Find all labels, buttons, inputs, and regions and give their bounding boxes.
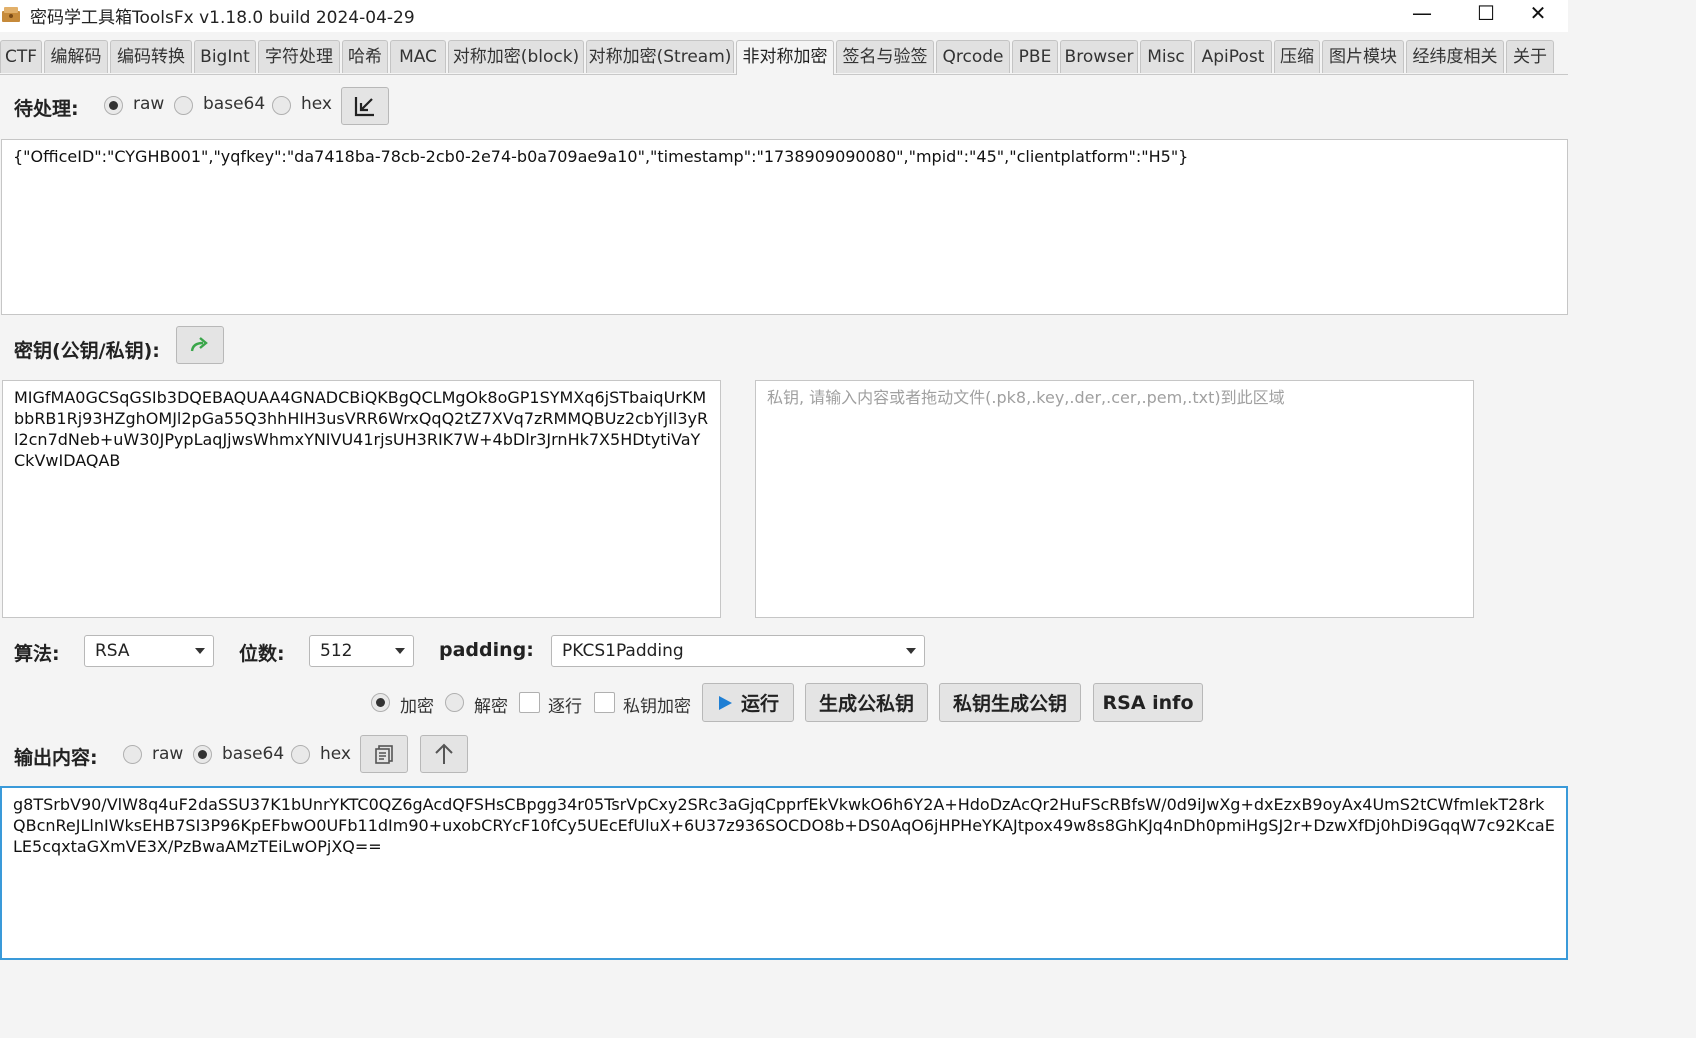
public-key-textarea[interactable]: MIGfMA0GCSqGSIb3DQEBAQUAA4GNADCBiQKBgQCL… — [2, 380, 721, 618]
output-raw-radio[interactable] — [123, 745, 142, 764]
key-label: 密钥(公钥/私钥): — [14, 340, 160, 362]
encrypt-radio[interactable] — [371, 693, 390, 712]
line-by-line-checkbox[interactable] — [519, 692, 540, 713]
algo-select-value: RSA — [95, 641, 130, 661]
tab-apipost[interactable]: ApiPost — [1194, 40, 1272, 73]
padding-select[interactable]: PKCS1Padding — [551, 635, 925, 667]
output-raw-label: raw — [152, 744, 184, 764]
output-textarea[interactable]: g8TSrbV90/VlW8q4uF2daSSU37K1bUnrYKTC0QZ6… — [0, 786, 1568, 960]
tab-misc[interactable]: Misc — [1140, 40, 1192, 73]
forward-arrow-icon — [190, 337, 208, 352]
tab-pbe[interactable]: PBE — [1012, 40, 1058, 73]
bits-select[interactable]: 512 — [309, 635, 414, 667]
tab-symmetric-stream[interactable]: 对称加密(Stream) — [586, 40, 734, 73]
padding-label: padding: — [439, 639, 534, 661]
up-arrow-icon — [435, 743, 453, 764]
tab-ctf[interactable]: CTF — [0, 40, 42, 73]
private-encrypt-label: 私钥加密 — [623, 697, 691, 717]
tab-about[interactable]: 关于 — [1506, 40, 1554, 73]
chevron-down-icon — [195, 648, 205, 654]
input-raw-label: raw — [133, 94, 165, 114]
input-raw-radio[interactable] — [104, 96, 123, 115]
output-hex-label: hex — [320, 744, 351, 764]
input-label: 待处理: — [14, 98, 79, 120]
private-key-placeholder: 私钥, 请输入内容或者拖动文件(.pk8,.key,.der,.cer,.pem… — [767, 388, 1285, 407]
rsa-info-button[interactable]: RSA info — [1093, 683, 1203, 722]
input-hex-label: hex — [301, 94, 332, 114]
swap-key-button[interactable] — [176, 326, 224, 364]
chevron-down-icon — [906, 648, 916, 654]
close-button[interactable]: ✕ — [1508, 0, 1568, 28]
chevron-down-icon — [395, 648, 405, 654]
bits-label: 位数: — [239, 643, 285, 665]
play-icon — [718, 695, 732, 710]
input-base64-radio[interactable] — [174, 96, 193, 115]
output-base64-radio[interactable] — [193, 745, 212, 764]
tab-compress[interactable]: 压缩 — [1274, 40, 1320, 73]
tab-string-process[interactable]: 字符处理 — [258, 40, 340, 73]
tab-asymmetric[interactable]: 非对称加密 — [736, 40, 834, 75]
tab-bigint[interactable]: BigInt — [194, 40, 256, 73]
window-title: 密码学工具箱ToolsFx v1.18.0 build 2024-04-29 — [30, 8, 415, 28]
run-button[interactable]: 运行 — [702, 683, 794, 722]
move-up-button[interactable] — [420, 735, 468, 773]
output-base64-label: base64 — [222, 744, 285, 764]
tab-codec[interactable]: 编解码 — [44, 40, 108, 73]
bits-select-value: 512 — [320, 641, 353, 661]
import-arrow-icon — [354, 97, 374, 117]
tab-image-module[interactable]: 图片模块 — [1322, 40, 1404, 73]
maximize-button[interactable]: ☐ — [1456, 0, 1516, 28]
app-logo-icon — [0, 3, 24, 25]
input-base64-label: base64 — [203, 94, 266, 114]
copy-icon — [375, 745, 393, 764]
generate-keypair-button[interactable]: 生成公私钥 — [805, 683, 928, 722]
private-to-public-button[interactable]: 私钥生成公钥 — [939, 683, 1081, 722]
encrypt-label: 加密 — [400, 697, 434, 717]
minimize-button[interactable]: — — [1392, 0, 1452, 28]
line-by-line-label: 逐行 — [548, 697, 582, 717]
decrypt-label: 解密 — [474, 697, 508, 717]
padding-select-value: PKCS1Padding — [562, 641, 684, 661]
run-button-label: 运行 — [740, 693, 779, 715]
input-hex-radio[interactable] — [272, 96, 291, 115]
input-textarea[interactable]: {"OfficeID":"CYGHB001","yqfkey":"da7418b… — [1, 139, 1568, 315]
output-hex-radio[interactable] — [291, 745, 310, 764]
tab-hash[interactable]: 哈希 — [342, 40, 388, 73]
tab-symmetric-block[interactable]: 对称加密(block) — [448, 40, 584, 73]
tab-mac[interactable]: MAC — [390, 40, 446, 73]
copy-button[interactable] — [360, 735, 408, 773]
tab-signature[interactable]: 签名与验签 — [836, 40, 934, 73]
tab-geo[interactable]: 经纬度相关 — [1406, 40, 1504, 73]
import-button[interactable] — [341, 87, 389, 125]
algo-label: 算法: — [14, 643, 60, 665]
tab-qrcode[interactable]: Qrcode — [936, 40, 1010, 73]
private-encrypt-checkbox[interactable] — [594, 692, 615, 713]
private-key-textarea[interactable]: 私钥, 请输入内容或者拖动文件(.pk8,.key,.der,.cer,.pem… — [755, 380, 1474, 618]
algo-select[interactable]: RSA — [84, 635, 214, 667]
tab-browser[interactable]: Browser — [1060, 40, 1138, 73]
output-label: 输出内容: — [14, 747, 98, 769]
tab-encoding-convert[interactable]: 编码转换 — [110, 40, 192, 73]
decrypt-radio[interactable] — [445, 693, 464, 712]
